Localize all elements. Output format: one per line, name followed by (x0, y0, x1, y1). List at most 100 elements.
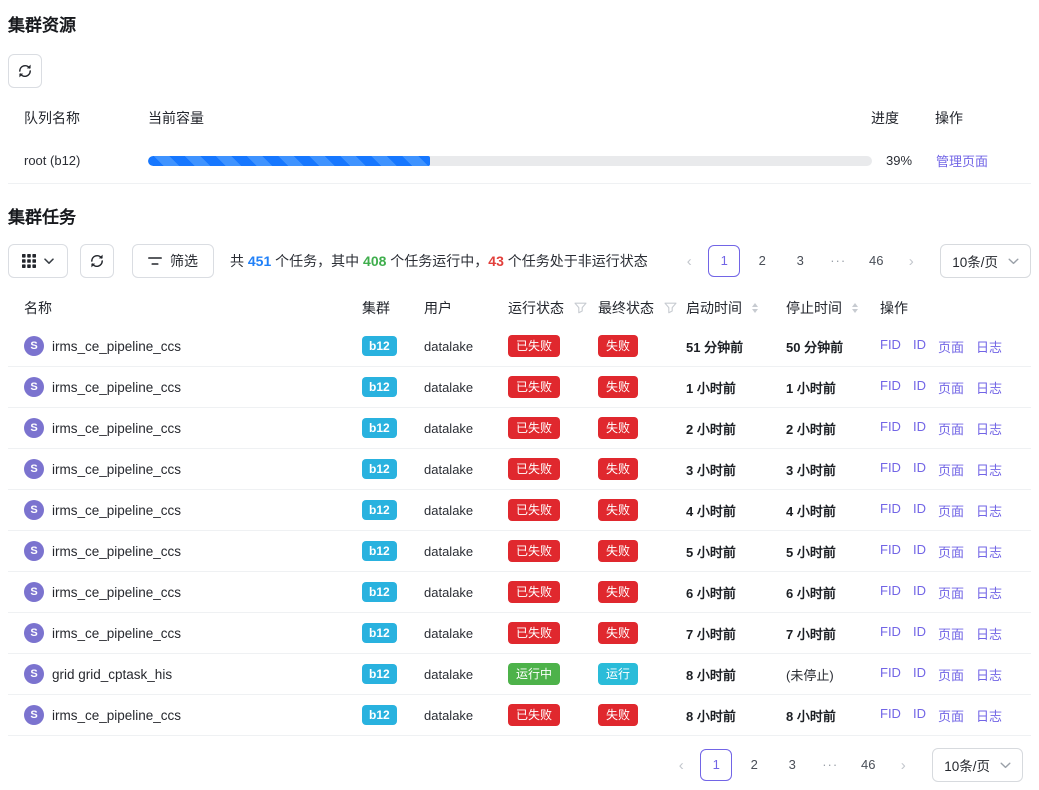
op-link-FID[interactable]: FID (880, 337, 901, 356)
stop-time-cell: 4 小时前 (786, 501, 880, 520)
table-row: S grid grid_cptask_his b12 datalake 运行中 … (8, 654, 1031, 695)
run-status-badge: 运行中 (508, 663, 560, 685)
final-status-badge: 失败 (598, 540, 638, 562)
op-link-页面[interactable]: 页面 (938, 419, 964, 438)
page-button-2[interactable]: 2 (746, 245, 778, 277)
filter-funnel-icon[interactable] (574, 302, 587, 314)
column-settings-button[interactable] (8, 244, 68, 278)
op-link-日志[interactable]: 日志 (976, 665, 1002, 684)
ops-cell: FID ID 页面日志 (880, 378, 1015, 397)
op-link-页面[interactable]: 页面 (938, 378, 964, 397)
op-link-ID[interactable]: ID (913, 665, 926, 684)
page-button-3[interactable]: 3 (784, 245, 816, 277)
op-link-FID[interactable]: FID (880, 419, 901, 438)
manage-page-link[interactable]: 管理页面 (936, 154, 988, 169)
op-link-日志[interactable]: 日志 (976, 706, 1002, 725)
final-status-badge: 失败 (598, 335, 638, 357)
tasks-table-header: 名称 集群 用户 运行状态 最终状态 启动时间 停止时间 操作 (8, 290, 1031, 326)
stop-time-cell: (未停止) (786, 665, 880, 684)
stop-time-cell: 7 小时前 (786, 624, 880, 643)
page-button-2[interactable]: 2 (738, 749, 770, 781)
op-link-FID[interactable]: FID (880, 665, 901, 684)
prev-page-icon[interactable]: ‹ (676, 253, 702, 270)
start-time-cell: 7 小时前 (686, 624, 786, 643)
col-stop-time: 停止时间 (786, 298, 842, 318)
op-link-FID[interactable]: FID (880, 706, 901, 725)
op-link-日志[interactable]: 日志 (976, 583, 1002, 602)
user-cell: datalake (424, 708, 508, 723)
op-link-页面[interactable]: 页面 (938, 706, 964, 725)
filter-button[interactable]: 筛选 (132, 244, 214, 278)
op-link-页面[interactable]: 页面 (938, 624, 964, 643)
op-link-ID[interactable]: ID (913, 337, 926, 356)
op-link-日志[interactable]: 日志 (976, 624, 1002, 643)
op-link-ID[interactable]: ID (913, 419, 926, 438)
op-link-ID[interactable]: ID (913, 542, 926, 561)
page-button-46[interactable]: 46 (852, 749, 884, 781)
final-status-badge: 失败 (598, 417, 638, 439)
filter-funnel-icon[interactable] (664, 302, 677, 314)
ops-cell: FID ID 页面日志 (880, 501, 1015, 520)
op-link-页面[interactable]: 页面 (938, 337, 964, 356)
next-page-icon[interactable]: › (890, 757, 916, 774)
next-page-icon[interactable]: › (898, 253, 924, 270)
op-link-页面[interactable]: 页面 (938, 665, 964, 684)
start-time-cell: 5 小时前 (686, 542, 786, 561)
col-run-status: 运行状态 (508, 298, 564, 318)
op-link-日志[interactable]: 日志 (976, 542, 1002, 561)
refresh-resources-button[interactable] (8, 54, 42, 88)
run-status-badge: 已失败 (508, 704, 560, 726)
run-status-badge: 已失败 (508, 335, 560, 357)
cluster-tag: b12 (362, 377, 397, 397)
page-button-1[interactable]: 1 (700, 749, 732, 781)
op-link-页面[interactable]: 页面 (938, 501, 964, 520)
op-link-FID[interactable]: FID (880, 460, 901, 479)
avatar: S (24, 541, 44, 561)
chevron-down-icon (1000, 762, 1011, 769)
op-link-页面[interactable]: 页面 (938, 460, 964, 479)
op-link-页面[interactable]: 页面 (938, 542, 964, 561)
page-button-1[interactable]: 1 (708, 245, 740, 277)
page-button-46[interactable]: 46 (860, 245, 892, 277)
page-ellipsis: ··· (814, 749, 846, 781)
op-link-FID[interactable]: FID (880, 501, 901, 520)
sort-icon[interactable] (852, 303, 858, 313)
ops-cell: FID ID 页面日志 (880, 419, 1015, 438)
op-link-ID[interactable]: ID (913, 583, 926, 602)
page-size-select[interactable]: 10条/页 (932, 748, 1023, 782)
resources-table-header: 队列名称 当前容量 进度 操作 (8, 98, 1031, 138)
op-link-ID[interactable]: ID (913, 501, 926, 520)
final-status-badge: 失败 (598, 499, 638, 521)
op-link-日志[interactable]: 日志 (976, 460, 1002, 479)
table-row: S irms_ce_pipeline_ccs b12 datalake 已失败 … (8, 695, 1031, 736)
section-title-resources: 集群资源 (8, 14, 1031, 38)
run-status-badge: 已失败 (508, 622, 560, 644)
col-queue-name: 队列名称 (24, 108, 148, 128)
page-button-3[interactable]: 3 (776, 749, 808, 781)
op-link-FID[interactable]: FID (880, 624, 901, 643)
running-count: 408 (363, 253, 386, 269)
op-link-日志[interactable]: 日志 (976, 337, 1002, 356)
sort-icon[interactable] (752, 303, 758, 313)
op-link-FID[interactable]: FID (880, 378, 901, 397)
op-link-ID[interactable]: ID (913, 378, 926, 397)
op-link-FID[interactable]: FID (880, 583, 901, 602)
op-link-页面[interactable]: 页面 (938, 583, 964, 602)
op-link-日志[interactable]: 日志 (976, 419, 1002, 438)
op-link-ID[interactable]: ID (913, 460, 926, 479)
op-link-日志[interactable]: 日志 (976, 501, 1002, 520)
prev-page-icon[interactable]: ‹ (668, 757, 694, 774)
ops-cell: FID ID 页面日志 (880, 624, 1015, 643)
capacity-progress-fill (148, 156, 430, 166)
start-time-cell: 3 小时前 (686, 460, 786, 479)
task-summary: 共 451 个任务，其中 408 个任务运行中，43 个任务处于非运行状态 (230, 251, 648, 271)
run-status-badge: 已失败 (508, 499, 560, 521)
op-link-ID[interactable]: ID (913, 706, 926, 725)
op-link-FID[interactable]: FID (880, 542, 901, 561)
page-size-select[interactable]: 10条/页 (940, 244, 1031, 278)
start-time-cell: 8 小时前 (686, 706, 786, 725)
op-link-日志[interactable]: 日志 (976, 378, 1002, 397)
refresh-tasks-button[interactable] (80, 244, 114, 278)
op-link-ID[interactable]: ID (913, 624, 926, 643)
final-status-badge: 失败 (598, 622, 638, 644)
